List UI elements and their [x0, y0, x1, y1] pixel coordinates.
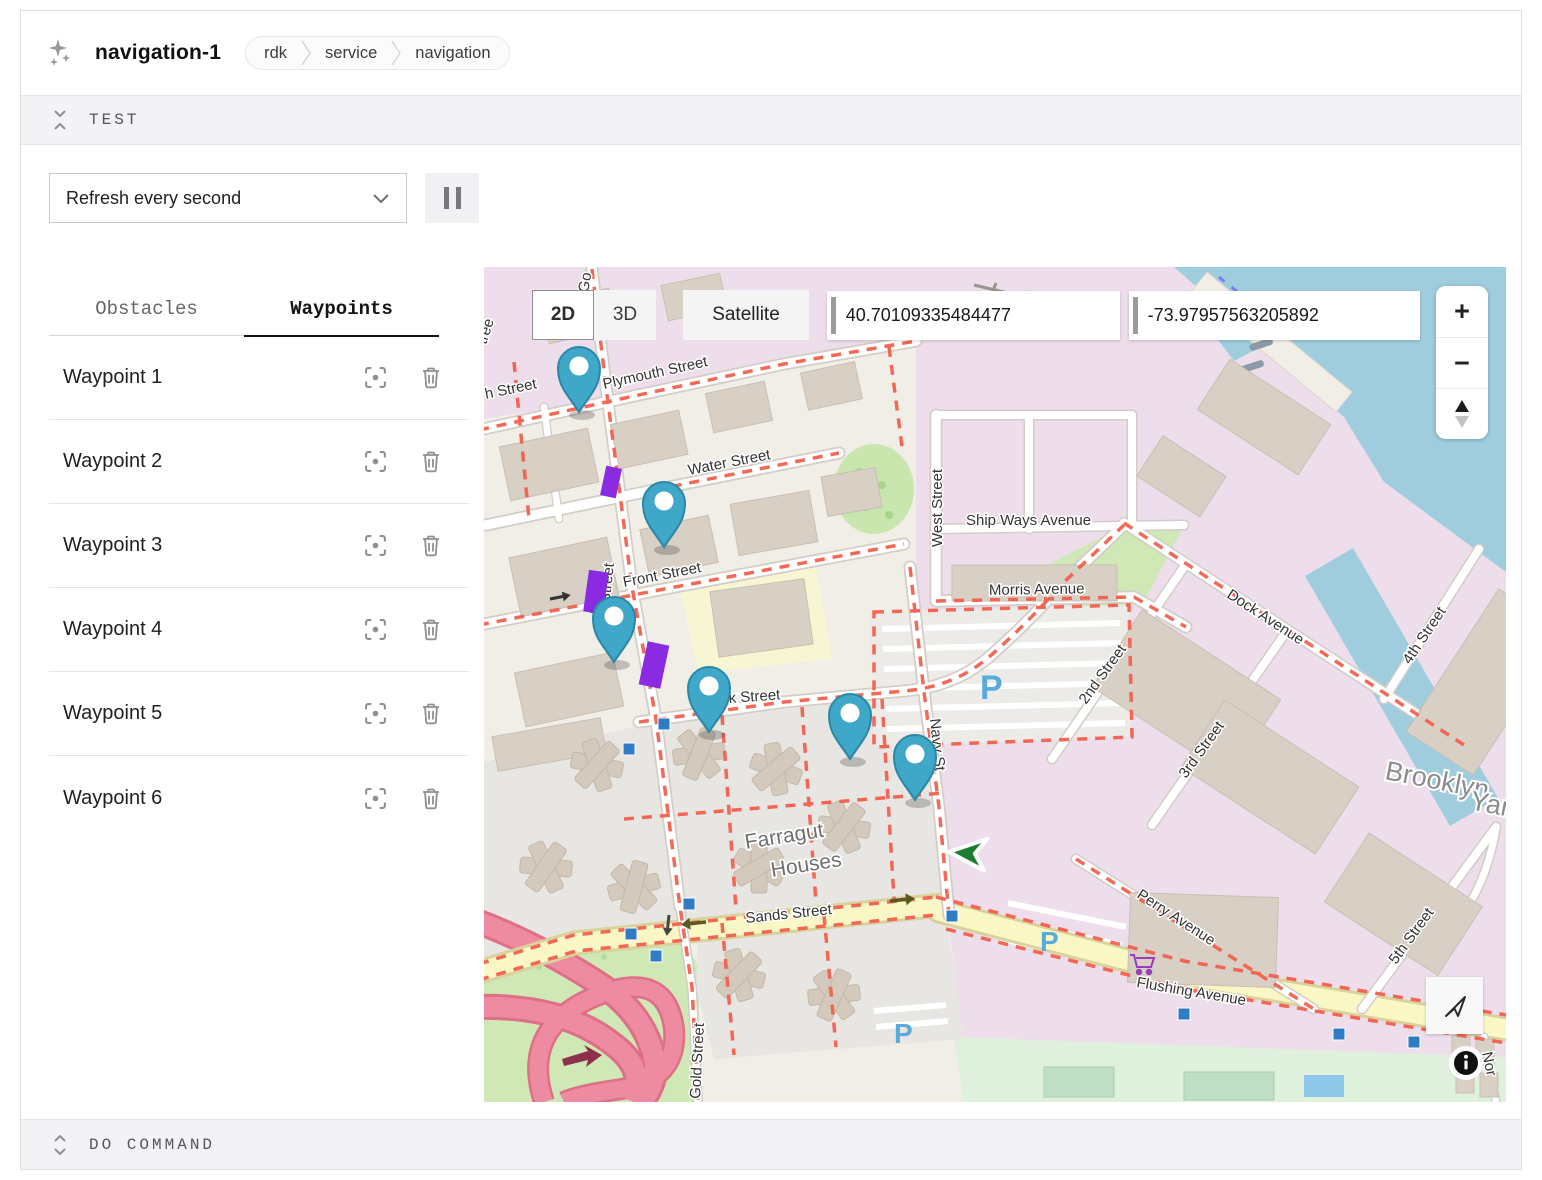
waypoint-name: Waypoint 4 — [63, 618, 162, 641]
delete-waypoint-button[interactable] — [421, 534, 441, 557]
waypoint-name: Waypoint 1 — [63, 366, 162, 389]
zoom-in-button[interactable]: + — [1436, 286, 1488, 337]
refresh-controls: Refresh every second — [49, 173, 1493, 223]
test-section-body: Refresh every second Obstacles Waypoints… — [21, 145, 1521, 1119]
waypoint-row: Waypoint 4 — [49, 588, 469, 672]
focus-icon — [364, 366, 387, 389]
focus-icon — [364, 450, 387, 473]
waypoint-name: Waypoint 6 — [63, 787, 162, 810]
waypoint-row: Waypoint 1 — [49, 336, 469, 420]
pause-icon — [444, 187, 449, 209]
breadcrumb-item-navigation: navigation — [415, 44, 490, 63]
page-title: navigation-1 — [95, 41, 221, 65]
focus-waypoint-button[interactable] — [364, 702, 387, 725]
tab-obstacles[interactable]: Obstacles — [49, 283, 244, 335]
latitude-field — [827, 291, 1120, 340]
waypoint-row: Waypoint 3 — [49, 504, 469, 588]
panel-tabs: Obstacles Waypoints — [49, 283, 439, 336]
latitude-input[interactable] — [846, 305, 1120, 326]
location-arrow-icon — [1442, 993, 1468, 1019]
focus-icon — [364, 618, 387, 641]
trash-icon — [421, 366, 441, 389]
geolocate-button[interactable] — [1426, 977, 1483, 1034]
pause-refresh-button[interactable] — [425, 173, 479, 223]
delete-waypoint-button[interactable] — [421, 366, 441, 389]
focus-waypoint-button[interactable] — [364, 787, 387, 810]
waypoint-row: Waypoint 2 — [49, 420, 469, 504]
delete-waypoint-button[interactable] — [421, 450, 441, 473]
breadcrumb-divider — [301, 40, 311, 66]
test-section-header[interactable]: TEST — [21, 95, 1521, 145]
trash-icon — [421, 702, 441, 725]
card-header: navigation-1 rdk service navigation — [21, 11, 1521, 95]
chevron-down-icon — [372, 193, 390, 205]
longitude-field — [1129, 291, 1420, 340]
trash-icon — [421, 787, 441, 810]
focus-icon — [364, 702, 387, 725]
delete-waypoint-button[interactable] — [421, 787, 441, 810]
waypoint-name: Waypoint 5 — [63, 702, 162, 725]
street-label: Morris Avenue — [989, 580, 1085, 599]
basemap: P P P Plymouth Street h Street Water Str… — [484, 267, 1506, 1102]
map-zoom-control: + − — [1436, 286, 1488, 439]
svg-text:P: P — [980, 669, 1003, 707]
focus-waypoint-button[interactable] — [364, 618, 387, 641]
collapse-icon — [51, 109, 69, 131]
test-section-label: TEST — [89, 111, 139, 129]
street-label: West Street — [929, 468, 946, 547]
zoom-out-button[interactable]: − — [1436, 337, 1488, 388]
do-command-section-header[interactable]: DO COMMAND — [21, 1119, 1521, 1169]
focus-icon — [364, 787, 387, 810]
trash-icon — [421, 534, 441, 557]
drag-grip — [1133, 297, 1138, 334]
navigation-service-icon — [47, 38, 77, 68]
delete-waypoint-button[interactable] — [421, 702, 441, 725]
svg-text:P: P — [1040, 926, 1059, 957]
do-command-label: DO COMMAND — [89, 1136, 215, 1154]
info-icon — [1453, 1050, 1479, 1076]
navigation-card: navigation-1 rdk service navigation TEST… — [20, 10, 1522, 1170]
breadcrumb: rdk service navigation — [245, 36, 509, 70]
trash-icon — [421, 618, 441, 641]
svg-text:P: P — [894, 1018, 913, 1049]
trash-icon — [421, 450, 441, 473]
delete-waypoint-button[interactable] — [421, 618, 441, 641]
focus-waypoint-button[interactable] — [364, 534, 387, 557]
focus-waypoint-button[interactable] — [364, 366, 387, 389]
drag-grip — [831, 297, 836, 334]
map-2d-button[interactable]: 2D — [532, 290, 594, 340]
focus-icon — [364, 534, 387, 557]
tab-waypoints[interactable]: Waypoints — [244, 283, 439, 335]
longitude-input[interactable] — [1148, 305, 1420, 326]
waypoint-row: Waypoint 6 — [49, 756, 469, 840]
breadcrumb-item-service: service — [325, 44, 377, 63]
refresh-rate-select[interactable]: Refresh every second — [49, 173, 407, 223]
breadcrumb-divider — [391, 40, 401, 66]
street-label: Ship Ways Avenue — [966, 512, 1091, 529]
expand-icon — [51, 1134, 69, 1156]
breadcrumb-item-rdk: rdk — [264, 44, 287, 63]
map-3d-button[interactable]: 3D — [594, 290, 656, 340]
compass-icon — [1452, 399, 1472, 429]
compass-button[interactable] — [1436, 388, 1488, 439]
map-attribution-button[interactable] — [1449, 1046, 1483, 1080]
navigation-map[interactable]: P P P Plymouth Street h Street Water Str… — [484, 267, 1506, 1102]
waypoint-name: Waypoint 2 — [63, 450, 162, 473]
map-satellite-button[interactable]: Satellite — [683, 290, 809, 340]
waypoints-panel: Obstacles Waypoints Waypoint 1 — [49, 267, 469, 1102]
refresh-rate-value: Refresh every second — [66, 188, 241, 209]
focus-waypoint-button[interactable] — [364, 450, 387, 473]
waypoint-name: Waypoint 3 — [63, 534, 162, 557]
waypoint-row: Waypoint 5 — [49, 672, 469, 756]
